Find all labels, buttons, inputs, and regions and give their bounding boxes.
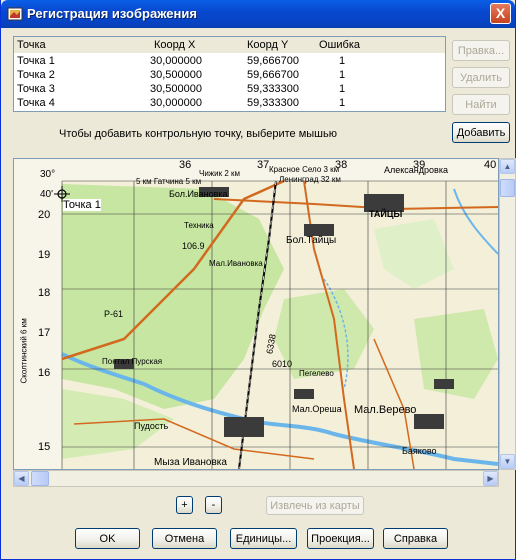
grid-number-top: 37: [257, 159, 270, 171]
horizontal-scrollbar[interactable]: ◀ ▶: [13, 470, 499, 487]
map-label-mal-ivanovka: Мал.Ивановка: [209, 259, 263, 268]
control-points-table[interactable]: Точка Коорд X Коорд Y Ошибка Точка 1 30,…: [13, 36, 446, 112]
scroll-down-icon[interactable]: ▼: [500, 454, 515, 469]
edit-button[interactable]: Правка...: [452, 40, 510, 61]
vertical-scrollbar[interactable]: ▲ ▼: [499, 158, 516, 470]
corner-coordinate: 30°: [40, 169, 56, 180]
grid-number-left: 19: [38, 249, 51, 261]
help-button[interactable]: Справка: [383, 528, 448, 549]
cell-y: 59,333300: [247, 97, 299, 109]
title-bar[interactable]: Регистрация изображения X: [1, 0, 515, 28]
grid-number-left: 15: [38, 441, 51, 453]
grid-number-top: 40: [484, 159, 497, 171]
header-coord-x[interactable]: Коорд X: [154, 39, 195, 51]
map-label-bol-ivanovka: Бол.Ивановка: [169, 189, 228, 199]
header-coord-y[interactable]: Коорд Y: [247, 39, 288, 51]
grid-number-top: 36: [179, 159, 192, 171]
map-label-myza-ivanovka: Мыза Ивановка: [154, 457, 227, 468]
table-header: Точка Коорд X Коорд Y Ошибка: [14, 37, 445, 53]
map-label-krasnoe-selo: Красное Село 3 км: [269, 165, 340, 174]
cell-point: Точка 3: [17, 83, 55, 95]
zoom-in-button[interactable]: +: [176, 496, 193, 514]
cell-x: 30,500000: [150, 69, 202, 81]
map-label-chizhik: Чижик 2 км: [199, 169, 241, 178]
map-label-bayakovo: Баяково: [402, 446, 437, 456]
map-label-tekhn-pursya: Понтал Пурская: [102, 357, 163, 366]
cell-error: 1: [339, 97, 346, 109]
cell-x: 30,000000: [150, 97, 202, 109]
map-label-pigelevo: Пегелево: [299, 369, 334, 378]
map-view[interactable]: Точка 1 Бол.Ивановка Техника Бол.Тайцы Т…: [13, 158, 499, 470]
cell-y: 59,666700: [247, 55, 299, 67]
scroll-up-icon[interactable]: ▲: [500, 159, 515, 174]
cell-x: 30,500000: [150, 83, 202, 95]
table-row[interactable]: Точка 4 30,000000 59,333300 1: [14, 97, 445, 110]
map-label-leningrad: Ленинград 32 км: [279, 175, 341, 184]
map-label-bol-taitsy: Бол.Тайцы: [286, 235, 337, 246]
cell-x: 30,000000: [150, 55, 202, 67]
zoom-out-button[interactable]: -: [205, 496, 222, 514]
map-label-mal-verevo: Мал.Верево: [354, 404, 417, 416]
table-row[interactable]: Точка 1 30,000000 59,666700 1: [14, 55, 445, 68]
map-label-mal-oresha: Мал.Ореша: [292, 404, 342, 414]
projection-button[interactable]: Проекция...: [307, 528, 374, 549]
cell-error: 1: [339, 69, 346, 81]
ok-button[interactable]: OK: [75, 528, 140, 549]
map-label-gatchina: 5 км Гатчина 5 км: [136, 177, 202, 186]
grid-number-top: 39: [413, 159, 426, 171]
map-label-road-id: P-61: [104, 309, 124, 319]
grid-number-left: 16: [38, 367, 51, 379]
delete-button[interactable]: Удалить: [452, 67, 510, 88]
grid-number-left: 20: [38, 209, 51, 221]
grid-number-left: 17: [38, 327, 51, 339]
cell-point: Точка 2: [17, 69, 55, 81]
map-label-tekhnika: Техника: [184, 221, 214, 230]
control-point-label: Точка 1: [63, 199, 101, 211]
scroll-right-icon[interactable]: ▶: [483, 471, 498, 486]
cell-error: 1: [339, 83, 346, 95]
cell-y: 59,666700: [247, 69, 299, 81]
table-row[interactable]: Точка 2 30,500000 59,666700 1: [14, 69, 445, 82]
window-title: Регистрация изображения: [27, 6, 197, 21]
find-button[interactable]: Найти: [452, 94, 510, 115]
app-icon: [7, 7, 23, 21]
header-error[interactable]: Ошибка: [319, 39, 360, 51]
cell-error: 1: [339, 55, 346, 67]
extract-from-map-button[interactable]: Извлечь из карты: [266, 496, 364, 515]
corner-coordinate: 40': [40, 189, 54, 200]
map-label-height: 106.9: [182, 241, 205, 251]
header-point[interactable]: Точка: [17, 39, 46, 51]
dialog-window: Регистрация изображения X Точка Коорд X …: [0, 0, 516, 560]
close-button[interactable]: X: [490, 3, 511, 24]
map-label-road-number: 6010: [272, 359, 293, 369]
close-icon: X: [495, 5, 506, 21]
cell-y: 59,333300: [247, 83, 299, 95]
units-button[interactable]: Единицы...: [230, 528, 297, 549]
hint-text: Чтобы добавить контрольную точку, выбери…: [59, 128, 337, 140]
horizontal-scroll-thumb[interactable]: [31, 471, 49, 486]
scroll-left-icon[interactable]: ◀: [14, 471, 29, 486]
cell-point: Точка 1: [17, 55, 55, 67]
grid-number-left: 18: [38, 287, 51, 299]
cell-point: Точка 4: [17, 97, 55, 109]
cancel-button[interactable]: Отмена: [152, 528, 217, 549]
map-margin-label: Сколтинский 6 км: [19, 318, 29, 384]
map-label-taitsy: ТАЙЦЫ: [369, 209, 403, 219]
grid-number-top: 38: [335, 159, 348, 171]
map-label-pudost: Пудость: [134, 421, 169, 431]
add-button[interactable]: Добавить: [452, 122, 510, 143]
vertical-scroll-thumb[interactable]: [500, 179, 515, 197]
table-row[interactable]: Точка 3 30,500000 59,333300 1: [14, 83, 445, 96]
